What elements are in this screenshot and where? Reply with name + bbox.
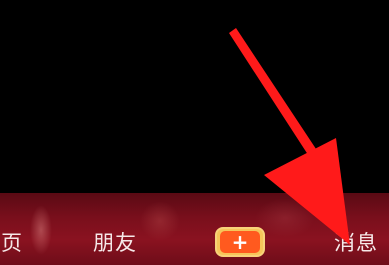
screen: 首页 朋友 + 消息 — [0, 0, 389, 265]
tab-home[interactable]: 首页 — [0, 231, 28, 255]
arrow-shaft — [229, 28, 322, 164]
tab-home-label: 首页 — [0, 231, 23, 255]
tab-friends-label: 朋友 — [93, 231, 137, 255]
bottom-tab-bar: 首页 朋友 + 消息 — [0, 193, 389, 265]
tab-messages-label: 消息 — [334, 231, 378, 255]
create-button[interactable]: + — [215, 227, 265, 257]
tabbar-decoration — [140, 201, 180, 241]
plus-icon: + — [220, 231, 260, 253]
tabbar-decoration — [30, 205, 52, 255]
tab-messages[interactable]: 消息 — [334, 231, 378, 255]
tab-friends[interactable]: 朋友 — [93, 231, 137, 255]
